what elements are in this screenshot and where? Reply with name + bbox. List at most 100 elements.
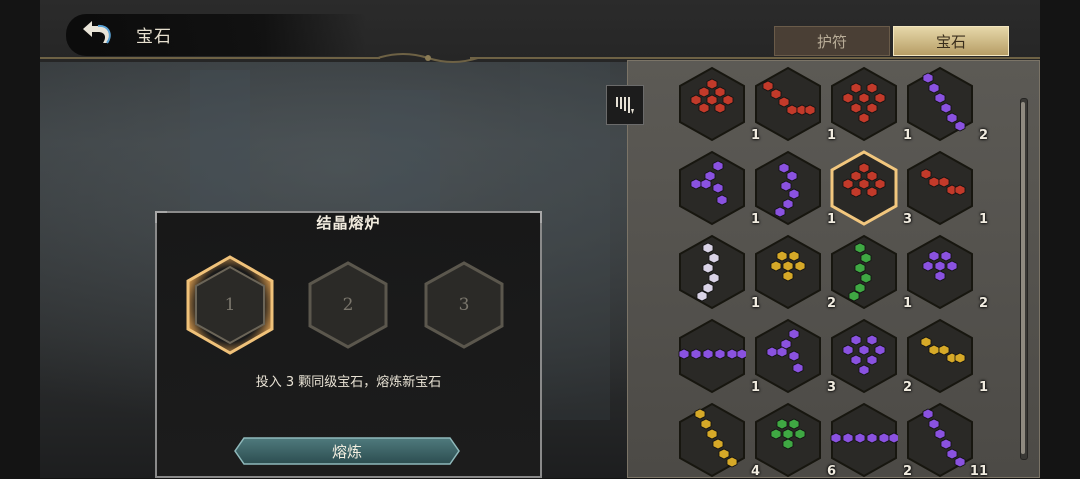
furnace-slot-1[interactable]: 1	[186, 255, 274, 355]
sort-icon	[616, 97, 634, 114]
gem-slot[interactable]: 2	[830, 402, 912, 479]
gem-piece-icon	[782, 428, 794, 440]
gem-piece-icon	[922, 72, 934, 84]
gem-piece-icon	[860, 272, 872, 284]
gem-hex-icon	[907, 402, 973, 478]
tab-gem[interactable]: 宝石	[893, 26, 1009, 56]
gem-piece-icon	[770, 428, 782, 440]
gem-slot[interactable]: 1	[678, 150, 760, 227]
ornament-icon	[378, 53, 478, 63]
gem-piece-icon	[700, 178, 712, 190]
gem-piece-icon	[850, 170, 862, 182]
back-button[interactable]	[78, 16, 118, 52]
gem-piece-icon	[938, 176, 950, 188]
gem-piece-icon	[776, 346, 788, 358]
inventory-scroll-thumb[interactable]	[1021, 102, 1025, 454]
gem-slot[interactable]: 1	[754, 150, 836, 227]
gem-piece-icon	[782, 438, 794, 450]
gem-piece-icon	[702, 348, 714, 360]
furnace-slot-2[interactable]: 2	[304, 255, 392, 355]
gem-piece-icon	[850, 186, 862, 198]
gem-piece-icon	[934, 270, 946, 282]
gem-hex-icon	[755, 234, 821, 310]
gem-piece-icon	[858, 364, 870, 376]
gem-slot[interactable]: 2	[906, 66, 988, 143]
gem-slot[interactable]: 2	[906, 234, 988, 311]
gem-piece-icon	[928, 250, 940, 262]
smelt-button[interactable]: 熔炼	[234, 437, 460, 465]
gem-slot[interactable]: 1	[678, 234, 760, 311]
gem-piece-icon	[804, 104, 816, 116]
gem-piece-icon	[854, 242, 866, 254]
gem-piece-icon	[860, 252, 872, 264]
furnace-slot-3[interactable]: 3	[420, 255, 508, 355]
gem-piece-icon	[776, 250, 788, 262]
gem-piece-icon	[794, 428, 806, 440]
gem-hex-icon	[678, 318, 746, 394]
gem-piece-icon	[766, 346, 778, 358]
gem-piece-icon	[706, 78, 718, 90]
gem-slot[interactable]: 2	[754, 234, 836, 311]
gem-piece-icon	[788, 328, 800, 340]
gem-piece-icon	[708, 272, 720, 284]
furnace-hint: 投入 3 颗同级宝石，熔炼新宝石	[255, 375, 442, 390]
gem-piece-icon	[922, 260, 934, 272]
gem-slot[interactable]: 1	[678, 66, 760, 143]
gem-slot[interactable]: 1	[906, 318, 988, 395]
gem-slot[interactable]: 11	[906, 402, 988, 479]
gem-piece-icon	[830, 432, 842, 444]
gem-piece-icon	[946, 260, 958, 272]
gem-piece-icon	[786, 104, 798, 116]
gem-hex-icon	[831, 234, 897, 310]
gem-piece-icon	[878, 432, 890, 444]
gem-slot[interactable]: 6	[754, 402, 836, 479]
gem-piece-icon	[866, 102, 878, 114]
gem-piece-icon	[718, 448, 730, 460]
gem-slot[interactable]: 1	[906, 150, 988, 227]
gem-piece-icon	[778, 96, 790, 108]
gem-slot[interactable]: 2	[830, 318, 912, 395]
gem-piece-icon	[866, 186, 878, 198]
gem-piece-icon	[726, 348, 738, 360]
gem-hex-icon	[907, 318, 973, 394]
header-divider-right	[470, 57, 1040, 59]
gem-slot[interactable]: 1	[830, 234, 912, 311]
gem-slot[interactable]: 1	[754, 66, 836, 143]
gem-piece-icon	[786, 170, 798, 182]
gem-piece-icon	[690, 348, 702, 360]
gem-piece-icon	[792, 362, 804, 374]
gem-count: 1	[978, 212, 988, 227]
gem-piece-icon	[770, 88, 782, 100]
gem-piece-icon	[842, 178, 854, 190]
tab-amulet[interactable]: 护符	[774, 26, 890, 56]
gem-slot[interactable]: 3	[754, 318, 836, 395]
gem-piece-icon	[696, 290, 708, 302]
gem-slot[interactable]: 3	[830, 150, 912, 227]
gem-piece-icon	[716, 194, 728, 206]
gem-piece-icon	[858, 92, 870, 104]
gem-piece-icon	[702, 262, 714, 274]
gem-piece-icon	[850, 102, 862, 114]
gem-slot[interactable]: 1	[678, 318, 760, 395]
gem-slot[interactable]: 1	[830, 66, 912, 143]
gem-piece-icon	[782, 198, 794, 210]
gem-hex-icon	[907, 150, 973, 226]
gem-piece-icon	[770, 260, 782, 272]
gem-piece-icon	[866, 82, 878, 94]
gem-piece-icon	[698, 102, 710, 114]
gem-piece-icon	[866, 432, 878, 444]
gem-piece-icon	[708, 252, 720, 264]
gem-piece-icon	[928, 176, 940, 188]
gem-piece-icon	[706, 428, 718, 440]
gem-piece-icon	[700, 418, 712, 430]
gem-piece-icon	[858, 162, 870, 174]
gem-hex-icon	[755, 150, 821, 226]
furnace-slot-number: 3	[458, 295, 470, 315]
gem-piece-icon	[850, 354, 862, 366]
gem-piece-icon	[782, 260, 794, 272]
smelt-button-label: 熔炼	[331, 442, 362, 461]
gem-piece-icon	[850, 82, 862, 94]
gem-piece-icon	[954, 120, 966, 132]
sort-button[interactable]	[606, 85, 644, 125]
gem-slot[interactable]: 4	[678, 402, 760, 479]
